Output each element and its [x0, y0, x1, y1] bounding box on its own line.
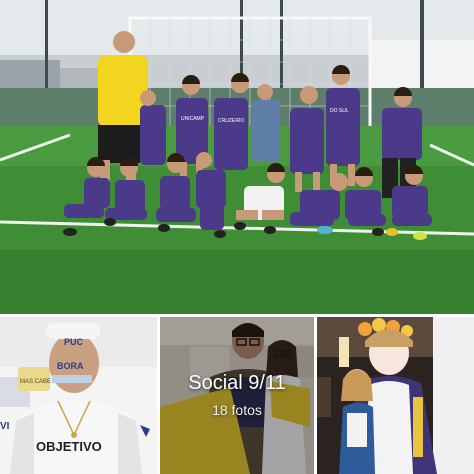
- student-photo[interactable]: MAS CABE PUC BORA OBJETIVO VI: [0, 317, 157, 474]
- costume-photo-image: [317, 317, 474, 474]
- shirt-logo-text: OBJETIVO: [36, 439, 102, 454]
- album-photo-count: 18 fotos: [212, 402, 262, 418]
- shirt-text: DO SUL: [330, 108, 349, 114]
- sign-text: MAS CABE: [20, 379, 51, 385]
- hat-text: PUC: [64, 337, 84, 347]
- photo-album-grid[interactable]: UNICAMP CRUZEIRO DO SUL MAS CABE PUC BOR…: [0, 0, 474, 474]
- student-photo-image: MAS CABE PUC BORA OBJETIVO VI: [0, 317, 157, 474]
- shirt-text: CRUZEIRO: [218, 118, 244, 124]
- side-text: VI: [0, 421, 10, 432]
- shirt-text: UNICAMP: [181, 116, 205, 122]
- album-info-overlay[interactable]: Social 9/11 18 fotos: [160, 317, 314, 474]
- team-photo[interactable]: UNICAMP CRUZEIRO DO SUL: [0, 0, 474, 314]
- team-photo-image: UNICAMP CRUZEIRO DO SUL: [0, 0, 474, 314]
- costume-photo[interactable]: [317, 317, 474, 474]
- album-title[interactable]: Social 9/11: [188, 371, 285, 395]
- face-paint-text: BORA: [57, 361, 84, 371]
